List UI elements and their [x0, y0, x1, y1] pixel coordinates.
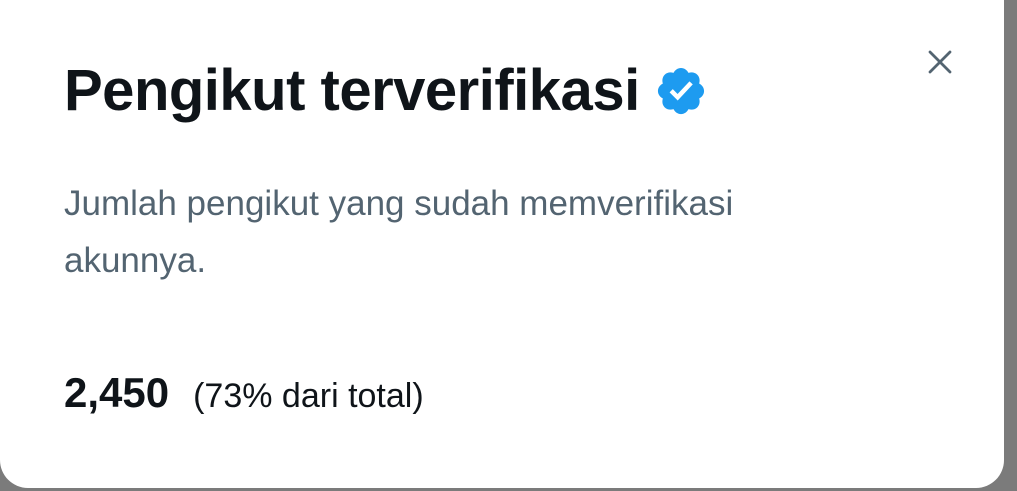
title-row: Pengikut terverifikasi: [64, 62, 708, 120]
dialog-description: Jumlah pengikut yang sudah memverifikasi…: [64, 184, 734, 280]
verified-followers-percentage: (73% dari total): [193, 377, 424, 415]
close-icon: [928, 50, 952, 74]
verified-followers-dialog: Pengikut terverifikasi Jumlah pengikut y…: [0, 0, 1004, 488]
verified-followers-stats: 2,450 (73% dari total): [64, 369, 424, 417]
verified-badge-icon: [654, 64, 708, 118]
dialog-title: Pengikut terverifikasi: [64, 58, 640, 123]
verified-followers-count: 2,450: [64, 369, 170, 416]
close-button[interactable]: [918, 40, 962, 84]
